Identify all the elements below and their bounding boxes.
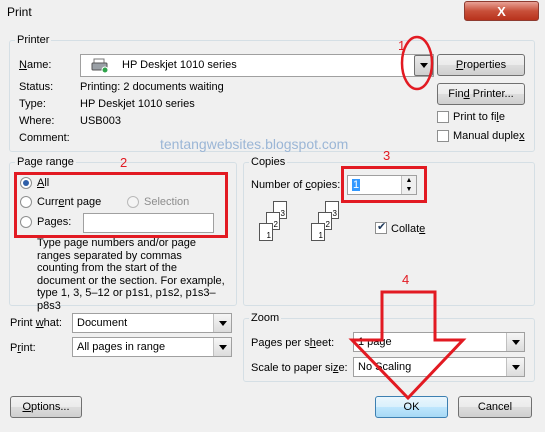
annotation-number-3: 3 <box>383 148 391 163</box>
annotation-arrow-4 <box>348 290 467 401</box>
annotation-circle-1 <box>400 35 434 91</box>
annotation-box-3 <box>341 166 427 203</box>
annotation-box-2 <box>14 172 228 238</box>
annotation-number-1: 1 <box>398 38 406 53</box>
annotation-number-4: 4 <box>402 272 410 287</box>
annotation-number-2: 2 <box>120 155 128 170</box>
